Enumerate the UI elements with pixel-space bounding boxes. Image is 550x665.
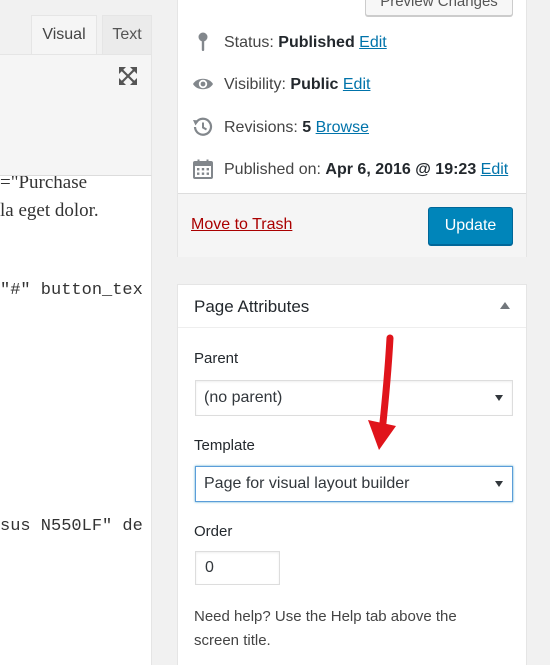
parent-select[interactable]: (no parent) [195,380,513,416]
page-attributes-box: Page Attributes Parent (no parent) Templ… [177,284,527,665]
published-on-text: Published on: Apr 6, 2016 @ 19:23 Edit [224,157,508,183]
revisions-browse-link[interactable]: Browse [316,119,369,136]
published-on-edit-link[interactable]: Edit [481,161,509,178]
move-to-trash-link[interactable]: Move to Trash [191,216,292,234]
page-attributes-title: Page Attributes [194,297,310,316]
publish-actions: Move to Trash Update [178,193,526,257]
visibility-text: Visibility: Public Edit [224,72,370,98]
template-label: Template [194,437,255,454]
update-button[interactable]: Update [428,207,513,245]
preview-changes-button[interactable]: Preview Changes [365,0,513,16]
parent-select-value: (no parent) [204,389,283,406]
fullscreen-expand-icon[interactable] [116,64,140,88]
template-select[interactable]: Page for visual layout builder [195,466,513,502]
pin-icon [198,32,208,51]
editor-line: ="Purchase [0,176,88,193]
help-text: Need help? Use the Help tab above the sc… [194,608,457,649]
editor-line: la eget dolor. [0,200,99,221]
published-on-label: Published on: [224,161,321,178]
history-icon [193,117,213,136]
status-edit-link[interactable]: Edit [359,34,387,51]
dropdown-caret-icon [495,395,503,401]
visibility-value: Public [290,76,339,93]
revisions-value: 5 [302,119,312,136]
order-label: Order [194,523,233,540]
template-select-value: Page for visual layout builder [204,475,410,492]
status-value: Published [278,34,355,51]
calendar-icon [193,159,213,179]
editor-text-area[interactable]: ="Purchase la eget dolor. "#" button_tex… [0,176,152,665]
page-attributes-header[interactable]: Page Attributes [178,285,526,328]
dropdown-caret-icon [495,481,503,487]
order-input[interactable]: 0 [195,551,280,585]
editor-line: "#" button_tex [0,281,143,300]
status-text: Status: Published Edit [224,30,387,56]
revisions-label: Revisions: [224,119,298,136]
visibility-edit-link[interactable]: Edit [343,76,371,93]
parent-label: Parent [194,350,239,367]
editor-tabs: Visual Text [0,0,152,54]
revisions-text: Revisions: 5 Browse [224,115,369,141]
visibility-label: Visibility: [224,76,286,93]
published-on-value: Apr 6, 2016 @ 19:23 [325,161,477,178]
editor-line: sus N550LF" de [0,517,143,536]
red-arrow-icon [368,334,396,450]
tab-visual[interactable]: Visual [31,15,97,54]
eye-icon [193,78,213,90]
tab-text[interactable]: Text [102,15,152,54]
status-label: Status: [224,34,274,51]
content-editor: Visual Text ="Purchase la eget dolor. "#… [0,0,152,665]
collapse-arrow-icon[interactable] [500,302,510,309]
publish-box: Preview Changes Status: Published Edit V… [177,0,527,257]
